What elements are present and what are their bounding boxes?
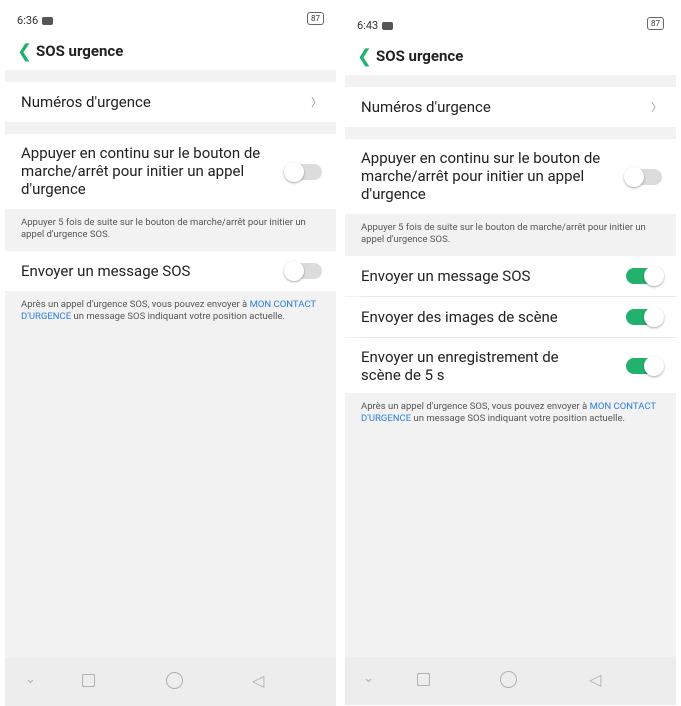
triangle-left-icon[interactable]: ◁ <box>589 670 601 689</box>
power-button-sos-toggle[interactable] <box>284 161 322 182</box>
status-bar: 6:36 87 <box>5 0 336 38</box>
back-chevron-icon[interactable]: ❮ <box>17 41 32 62</box>
title-bar: ❮ SOS urgence <box>345 43 676 75</box>
emergency-numbers-label: Numéros d'urgence <box>361 98 491 116</box>
battery-indicator: 87 <box>307 12 324 25</box>
send-sos-label: Envoyer un message SOS <box>21 262 191 280</box>
sos-message-note: Après un appel d'urgence SOS, vous pouve… <box>345 393 676 435</box>
title-bar: ❮ SOS urgence <box>5 38 336 70</box>
send-sos-row: Envoyer un message SOS <box>5 251 336 291</box>
power-button-sos-row: Appuyer en continu sur le bouton de marc… <box>5 134 336 209</box>
circle-icon[interactable] <box>500 671 517 688</box>
status-bar: 6:43 87 <box>345 5 676 43</box>
send-images-toggle[interactable] <box>626 307 664 327</box>
send-images-row: Envoyer des images de scène <box>345 297 676 337</box>
send-recording-row: Envoyer un enregistrement de scène de 5 … <box>345 338 676 393</box>
send-images-label: Envoyer des images de scène <box>361 308 558 326</box>
power-button-note: Appuyer 5 fois de suite sur le bouton de… <box>5 209 336 251</box>
back-chevron-icon[interactable]: ❮ <box>357 46 372 67</box>
square-icon[interactable] <box>82 674 95 687</box>
status-time: 6:36 <box>17 14 54 27</box>
power-button-sos-toggle[interactable] <box>624 166 662 187</box>
screen-left: 6:36 87 ❮ SOS urgence Numéros d'urgence … <box>5 0 336 706</box>
chevron-right-icon: 〉 <box>651 101 662 114</box>
power-button-sos-row: Appuyer en continu sur le bouton de marc… <box>345 139 676 214</box>
chevron-down-icon[interactable]: ⌄ <box>25 672 36 687</box>
send-sos-row: Envoyer un message SOS <box>345 256 676 296</box>
power-button-sos-label: Appuyer en continu sur le bouton de marc… <box>361 149 601 203</box>
emergency-numbers-row[interactable]: Numéros d'urgence 〉 <box>345 87 676 127</box>
page-title: SOS urgence <box>376 47 464 65</box>
battery-indicator: 87 <box>647 17 664 30</box>
emergency-numbers-row[interactable]: Numéros d'urgence 〉 <box>5 82 336 122</box>
status-time: 6:43 <box>357 19 394 32</box>
screen-right: 6:43 87 ❮ SOS urgence Numéros d'urgence … <box>345 5 676 705</box>
notification-icon <box>382 22 394 31</box>
sos-message-note: Après un appel d'urgence SOS, vous pouve… <box>5 291 336 333</box>
square-icon[interactable] <box>417 673 430 686</box>
navigation-bar: ⌄ ◁ <box>345 657 676 705</box>
power-button-sos-label: Appuyer en continu sur le bouton de marc… <box>21 144 261 198</box>
send-recording-label: Envoyer un enregistrement de scène de 5 … <box>361 348 559 384</box>
chevron-down-icon[interactable]: ⌄ <box>363 671 374 686</box>
chevron-right-icon: 〉 <box>311 96 322 109</box>
emergency-numbers-label: Numéros d'urgence <box>21 93 151 111</box>
send-recording-toggle[interactable] <box>626 355 664 376</box>
circle-icon[interactable] <box>166 672 183 689</box>
send-sos-toggle[interactable] <box>626 266 664 286</box>
power-button-note: Appuyer 5 fois de suite sur le bouton de… <box>345 214 676 256</box>
send-sos-label: Envoyer un message SOS <box>361 267 531 285</box>
triangle-left-icon[interactable]: ◁ <box>252 671 264 690</box>
send-sos-toggle[interactable] <box>284 261 322 281</box>
page-title: SOS urgence <box>36 42 124 60</box>
navigation-bar: ⌄ ◁ <box>5 658 336 706</box>
notification-icon <box>42 17 54 26</box>
